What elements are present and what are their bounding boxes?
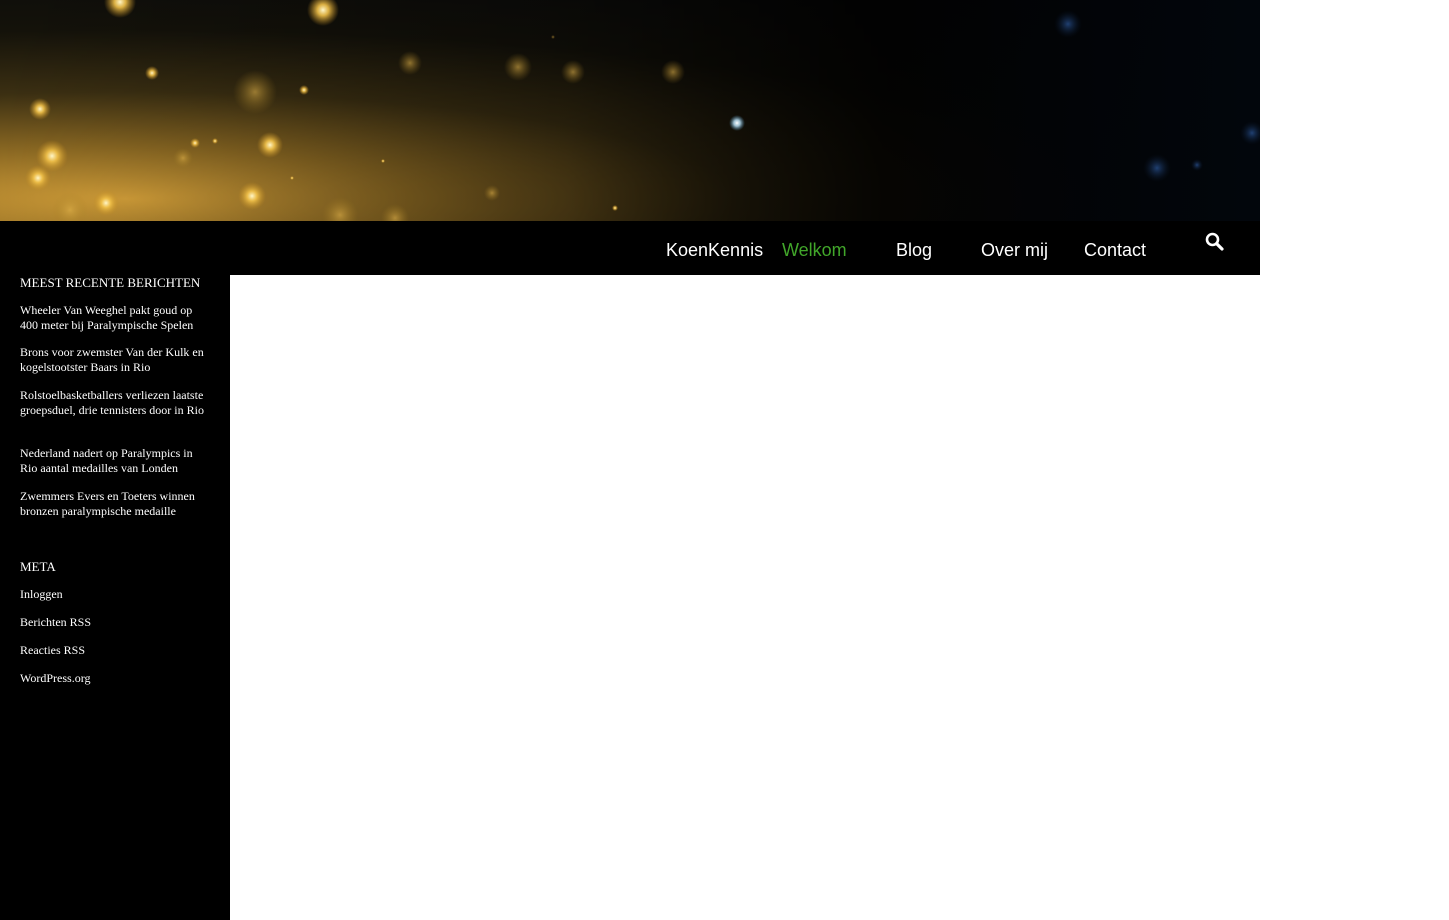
recent-post-link[interactable]: Nederland nadert op Paralympics in Rio a…: [20, 446, 212, 476]
nav-item-blog[interactable]: Blog: [896, 239, 932, 261]
nav-item-contact[interactable]: Contact: [1084, 239, 1146, 261]
nav-item-koenkennis[interactable]: KoenKennis: [666, 239, 763, 261]
recent-post-link[interactable]: Wheeler Van Weeghel pakt goud op 400 met…: [20, 303, 212, 333]
search-icon[interactable]: [1204, 231, 1226, 253]
meta-link-inloggen[interactable]: Inloggen: [20, 587, 212, 602]
nav-item-welkom[interactable]: Welkom: [782, 239, 847, 261]
meta-link-reacties-rss[interactable]: Reacties RSS: [20, 643, 212, 658]
header-banner-image[interactable]: [0, 0, 1260, 221]
recent-posts-title: MEEST RECENTE BERICHTEN: [20, 275, 201, 290]
meta-link-wordpress-org[interactable]: WordPress.org: [20, 671, 212, 686]
main-content-area: [230, 275, 1260, 920]
recent-post-link[interactable]: Brons voor zwemster Van der Kulk en koge…: [20, 345, 212, 375]
meta-title: META: [20, 559, 56, 574]
meta-link-berichten-rss[interactable]: Berichten RSS: [20, 615, 212, 630]
nav-item-over-mij[interactable]: Over mij: [981, 239, 1048, 261]
page: KoenKennis Welkom Blog Over mij Contact …: [0, 0, 1449, 920]
bokeh-lights: [25, 0, 1260, 221]
recent-post-link[interactable]: Zwemmers Evers en Toeters winnen bronzen…: [20, 489, 212, 519]
recent-post-link[interactable]: Rolstoelbasketballers verliezen laatste …: [20, 388, 212, 418]
sidebar: MEEST RECENTE BERICHTEN Wheeler Van Weeg…: [0, 221, 230, 920]
